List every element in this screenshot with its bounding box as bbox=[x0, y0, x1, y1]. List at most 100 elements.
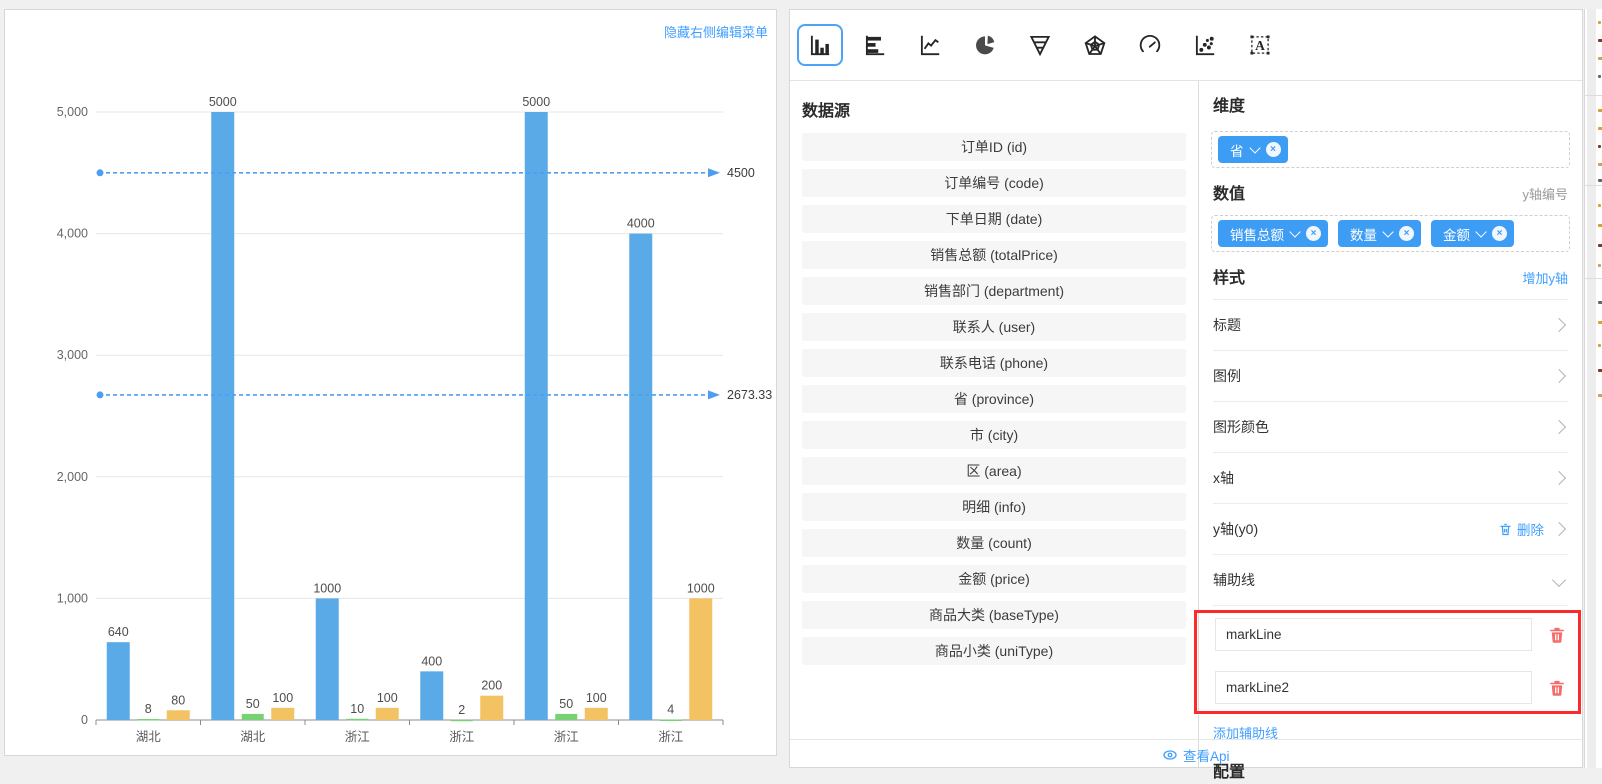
style-item-图例[interactable]: 图例 bbox=[1213, 351, 1568, 402]
dimension-dropzone[interactable]: 省× bbox=[1211, 131, 1570, 168]
divider bbox=[1585, 185, 1602, 186]
delete-markline-button[interactable] bbox=[1548, 626, 1566, 644]
clipped-text-fragment bbox=[1598, 145, 1601, 148]
toolbar-scatter-chart-icon[interactable] bbox=[1182, 24, 1228, 66]
style-item-辅助线[interactable]: 辅助线 bbox=[1213, 555, 1568, 606]
bar-segment bbox=[451, 720, 473, 722]
bar-value-label: 100 bbox=[586, 691, 607, 705]
dimension-chip[interactable]: 省× bbox=[1218, 136, 1288, 163]
markline-arrow bbox=[708, 390, 720, 399]
datasource-field[interactable]: 数量 (count) bbox=[802, 529, 1186, 557]
datasource-field[interactable]: 销售总额 (totalPrice) bbox=[802, 241, 1186, 269]
datasource-title: 数据源 bbox=[802, 97, 1186, 121]
datasource-field[interactable]: 订单ID (id) bbox=[802, 133, 1186, 161]
markline-name-input[interactable] bbox=[1215, 671, 1532, 704]
trash-outline-icon bbox=[1498, 522, 1513, 537]
view-api-link[interactable]: 查看Api bbox=[1162, 745, 1230, 765]
bar-segment bbox=[107, 642, 130, 720]
svg-text:A: A bbox=[1255, 38, 1265, 53]
value-chip[interactable]: 数量× bbox=[1338, 220, 1421, 247]
hide-right-menu-link[interactable]: 隐藏右侧编辑菜单 bbox=[664, 22, 768, 41]
style-item-y轴(y0)[interactable]: y轴(y0)删除 bbox=[1213, 504, 1568, 555]
clipped-text-fragment bbox=[1598, 39, 1602, 42]
bar-value-label: 640 bbox=[108, 625, 129, 639]
chip-label: 金额 bbox=[1443, 224, 1470, 244]
datasource-field[interactable]: 订单编号 (code) bbox=[802, 169, 1186, 197]
config-section-title: 配置 bbox=[1213, 762, 1568, 784]
datasource-field[interactable]: 金额 (price) bbox=[802, 565, 1186, 593]
toolbar-line-chart-icon[interactable] bbox=[907, 24, 953, 66]
trash-icon bbox=[1548, 679, 1566, 697]
chevron-down-icon[interactable] bbox=[1249, 142, 1260, 153]
markline-arrow bbox=[708, 168, 720, 177]
chevron-down-icon[interactable] bbox=[1475, 226, 1486, 237]
style-item-图形颜色[interactable]: 图形颜色 bbox=[1213, 402, 1568, 453]
chip-remove-icon[interactable]: × bbox=[1492, 226, 1507, 241]
style-item-标题[interactable]: 标题 bbox=[1213, 300, 1568, 351]
chip-remove-icon[interactable]: × bbox=[1399, 226, 1414, 241]
eye-icon bbox=[1162, 747, 1178, 763]
chevron-down-icon[interactable] bbox=[1382, 226, 1393, 237]
divider bbox=[1585, 278, 1602, 279]
datasource-field[interactable]: 市 (city) bbox=[802, 421, 1186, 449]
value-title: 数值 bbox=[1213, 185, 1245, 205]
delete-markline-button[interactable] bbox=[1548, 679, 1566, 697]
bar-segment bbox=[555, 714, 577, 720]
chart-type-toolbar: A bbox=[790, 10, 1582, 81]
datasource-field[interactable]: 联系人 (user) bbox=[802, 313, 1186, 341]
style-title: 样式 bbox=[1213, 269, 1245, 289]
bottom-divider bbox=[790, 739, 1582, 740]
value-chip[interactable]: 销售总额× bbox=[1218, 220, 1328, 247]
add-y-axis-link[interactable]: 增加y轴 bbox=[1522, 268, 1568, 287]
toolbar-pie-chart-icon[interactable] bbox=[962, 24, 1008, 66]
value-dropzone[interactable]: 销售总额× 数量× 金额 × bbox=[1211, 215, 1570, 252]
chevron-down-icon[interactable] bbox=[1289, 226, 1300, 237]
style-item-label: 辅助线 bbox=[1213, 570, 1255, 590]
datasource-field[interactable]: 省 (province) bbox=[802, 385, 1186, 413]
clipped-text-fragment bbox=[1598, 321, 1602, 324]
clipped-text-fragment bbox=[1598, 394, 1602, 397]
svg-text:5,000: 5,000 bbox=[57, 105, 88, 119]
bar-value-label: 10 bbox=[350, 702, 364, 716]
svg-text:2,000: 2,000 bbox=[57, 470, 88, 484]
x-category-label: 浙江 bbox=[658, 729, 683, 744]
chip-label: 省 bbox=[1230, 140, 1244, 160]
scrollbar-track[interactable] bbox=[1587, 9, 1596, 768]
divider bbox=[1585, 95, 1602, 96]
chip-remove-icon[interactable]: × bbox=[1266, 142, 1281, 157]
toolbar-funnel-chart-icon[interactable] bbox=[1017, 24, 1063, 66]
datasource-field[interactable]: 联系电话 (phone) bbox=[802, 349, 1186, 377]
style-item-label: 标题 bbox=[1213, 315, 1241, 335]
markline-value-label: 2673.33 bbox=[727, 388, 772, 402]
x-category-label: 湖北 bbox=[136, 729, 162, 744]
clipped-text-fragment bbox=[1598, 204, 1601, 207]
datasource-field[interactable]: 销售部门 (department) bbox=[802, 277, 1186, 305]
chip-remove-icon[interactable]: × bbox=[1306, 226, 1321, 241]
datasource-field[interactable]: 明细 (info) bbox=[802, 493, 1186, 521]
value-chip[interactable]: 金额 × bbox=[1431, 220, 1514, 247]
datasource-column: 数据源 订单ID (id) 订单编号 (code) 下单日期 (date) 销售总额 … bbox=[790, 81, 1198, 767]
datasource-field[interactable]: 商品大类 (baseType) bbox=[802, 601, 1186, 629]
chevron-right-icon bbox=[1552, 471, 1566, 485]
clipped-text-fragment bbox=[1598, 75, 1601, 78]
editor-panel: A 数据源 订单ID (id) 订单编号 (code) 下单日期 (date) 销售总… bbox=[789, 9, 1583, 768]
style-item-label: x轴 bbox=[1213, 468, 1234, 488]
style-list: 标题图例图形颜色 x轴 y轴(y0)删除辅助线 bbox=[1213, 299, 1568, 606]
toolbar-bar-chart-icon[interactable] bbox=[797, 24, 843, 66]
toolbar-radar-chart-icon[interactable] bbox=[1072, 24, 1118, 66]
markline-dot bbox=[97, 391, 104, 398]
clipped-text-fragment bbox=[1598, 163, 1602, 166]
delete-y-axis-button[interactable]: 删除 bbox=[1498, 519, 1544, 539]
toolbar-text-widget-icon[interactable]: A bbox=[1237, 24, 1283, 66]
toolbar-gauge-chart-icon[interactable] bbox=[1127, 24, 1173, 66]
toolbar-horizontal-bar-chart-icon[interactable] bbox=[852, 24, 898, 66]
clipped-text-fragment bbox=[1598, 301, 1602, 304]
datasource-field[interactable]: 区 (area) bbox=[802, 457, 1186, 485]
markline-name-input[interactable] bbox=[1215, 618, 1532, 651]
svg-text:0: 0 bbox=[81, 713, 88, 727]
bar-value-label: 1000 bbox=[687, 581, 715, 595]
datasource-field[interactable]: 商品小类 (uniType) bbox=[802, 637, 1186, 665]
datasource-field[interactable]: 下单日期 (date) bbox=[802, 205, 1186, 233]
chevron-right-icon bbox=[1552, 522, 1566, 536]
style-item-x轴[interactable]: x轴 bbox=[1213, 453, 1568, 504]
